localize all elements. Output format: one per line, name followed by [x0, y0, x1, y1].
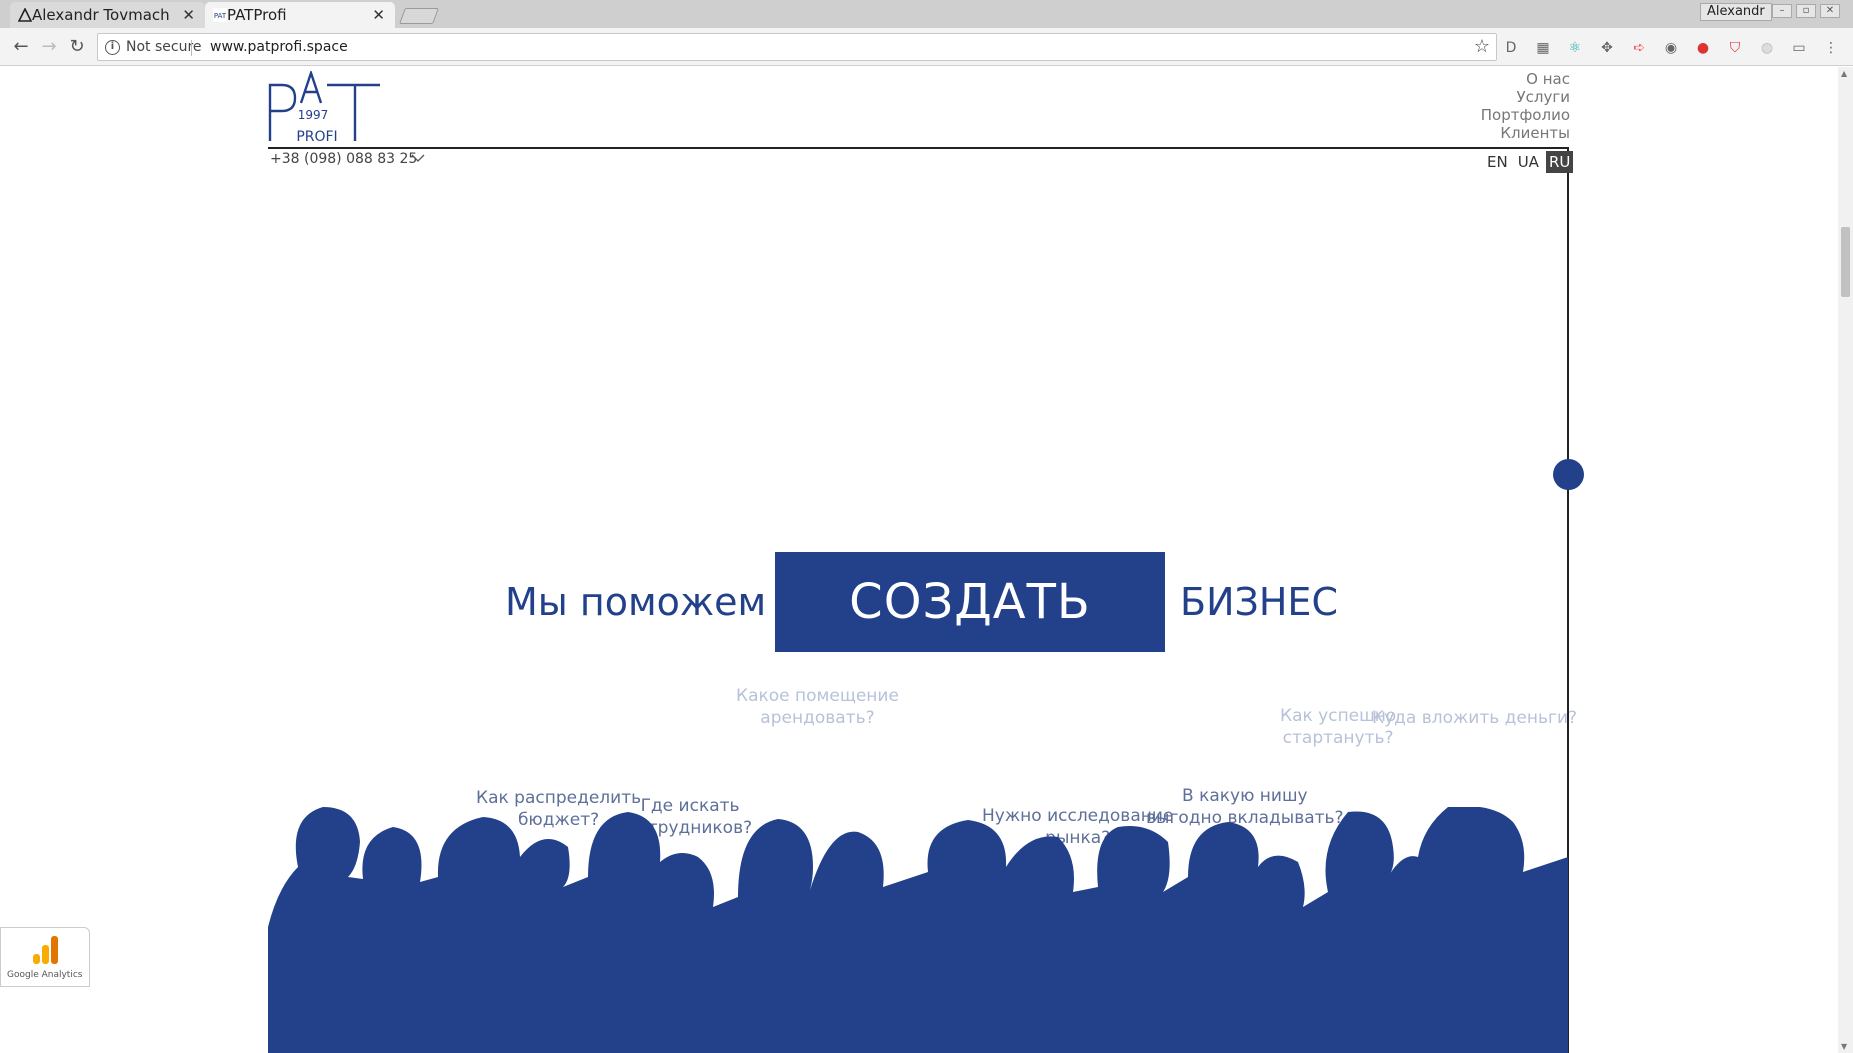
extension-react-icon[interactable]: ⚛	[1566, 39, 1584, 57]
pat-profi-logo[interactable]: 1997 PROFI	[267, 71, 385, 149]
phone-number[interactable]: +38 (098) 088 83 25	[270, 151, 417, 167]
lang-ua[interactable]: UA	[1515, 151, 1542, 173]
question-line: Какое помещение	[736, 686, 899, 706]
menu-item-portfolio[interactable]: Портфолио	[1380, 106, 1570, 124]
lang-en[interactable]: EN	[1484, 151, 1511, 173]
google-analytics-label: Google Analytics	[7, 970, 83, 980]
hero-highlight: СОЗДАТЬ	[775, 552, 1165, 652]
header-rule	[268, 147, 1569, 149]
profile-button[interactable]: Alexandr	[1700, 3, 1772, 21]
extension-badge-icon[interactable]: ●	[1694, 39, 1712, 57]
info-icon[interactable]: i	[105, 40, 120, 55]
question-line: Куда вложить деньги?	[1372, 708, 1578, 728]
minimize-icon[interactable]: –	[1772, 4, 1792, 18]
language-switcher: EN UA RU	[1480, 151, 1574, 173]
question-invest: Куда вложить деньги?	[1372, 707, 1577, 729]
extension-shield-icon[interactable]: ⛉	[1726, 39, 1744, 57]
triangle-favicon-icon	[18, 8, 32, 22]
tab-alexandr[interactable]: Alexandr Tovmach | ... ✕	[10, 2, 205, 28]
omnibox-divider	[191, 40, 192, 56]
window-close-icon[interactable]: ✕	[1820, 4, 1840, 18]
logo-profi: PROFI	[296, 129, 337, 145]
reload-icon[interactable]: ↻	[66, 36, 88, 58]
analytics-bars-icon	[33, 936, 58, 964]
tab-title: PATProfi	[227, 6, 287, 24]
google-analytics-badge[interactable]: Google Analytics	[0, 927, 90, 987]
back-arrow-icon[interactable]: ←	[10, 36, 32, 58]
bookmark-star-icon[interactable]: ☆	[1474, 36, 1490, 57]
page-viewport: 1997 PROFI О нас Услуги Портфолио Клиент…	[0, 67, 1838, 1053]
cast-icon[interactable]: ▭	[1790, 39, 1808, 57]
main-menu: О нас Услуги Портфолио Клиенты	[1380, 70, 1570, 142]
extension-d-icon[interactable]: D	[1502, 39, 1520, 57]
menu-item-about[interactable]: О нас	[1380, 70, 1570, 88]
forward-arrow-icon[interactable]: →	[38, 36, 60, 58]
crowd-silhouette-illustration	[268, 807, 1568, 1053]
menu-item-clients[interactable]: Клиенты	[1380, 124, 1570, 142]
url-text[interactable]: www.patprofi.space	[210, 39, 348, 55]
browser-toolbar: ← → ↻ i Not secure www.patprofi.space ☆ …	[0, 28, 1853, 66]
question-line: арендовать?	[760, 708, 875, 728]
logo-year: 1997	[298, 108, 329, 122]
timeline-marker[interactable]	[1553, 459, 1584, 490]
tab-patprofi[interactable]: PAT PATProfi ✕	[205, 2, 395, 28]
scroll-thumb[interactable]	[1841, 227, 1850, 297]
menu-dots-icon[interactable]: ⋮	[1822, 39, 1840, 57]
extension-circle-icon[interactable]: ◍	[1758, 39, 1776, 57]
tab-title: Alexandr Tovmach | ...	[32, 6, 172, 24]
close-tab-icon[interactable]: ✕	[372, 6, 385, 24]
question-premises: Какое помещение арендовать?	[736, 685, 899, 729]
question-line: стартануть?	[1282, 728, 1394, 748]
svg-text:PAT: PAT	[214, 12, 227, 20]
tab-strip: Alexandr Tovmach | ... ✕ PAT PATProfi ✕ …	[0, 0, 1853, 28]
pat-favicon-icon: PAT	[213, 8, 227, 22]
extension-move-icon[interactable]: ✥	[1598, 39, 1616, 57]
page-scrollbar[interactable]: ▲ ▼	[1838, 67, 1853, 1053]
close-tab-icon[interactable]: ✕	[182, 6, 195, 24]
new-tab-button[interactable]	[399, 8, 439, 24]
lang-ru[interactable]: RU	[1545, 151, 1574, 173]
extension-camera-icon[interactable]: ◉	[1662, 39, 1680, 57]
scroll-down-icon[interactable]: ▼	[1841, 1042, 1847, 1051]
address-bar[interactable]: i Not secure www.patprofi.space ☆	[97, 33, 1497, 61]
maximize-icon[interactable]: ▫	[1796, 4, 1816, 18]
question-line: В какую нишу	[1182, 786, 1308, 806]
scroll-up-icon[interactable]: ▲	[1841, 69, 1847, 78]
chevron-down-icon[interactable]	[411, 153, 425, 163]
question-line: Как распределить	[476, 788, 642, 808]
extension-arrow-icon[interactable]: ➪	[1630, 39, 1648, 57]
extension-grid-icon[interactable]: ▦	[1534, 39, 1552, 57]
hero-left-text: Мы поможем	[505, 580, 767, 624]
menu-item-services[interactable]: Услуги	[1380, 88, 1570, 106]
hero-right-text: БИЗНЕС	[1180, 580, 1338, 624]
